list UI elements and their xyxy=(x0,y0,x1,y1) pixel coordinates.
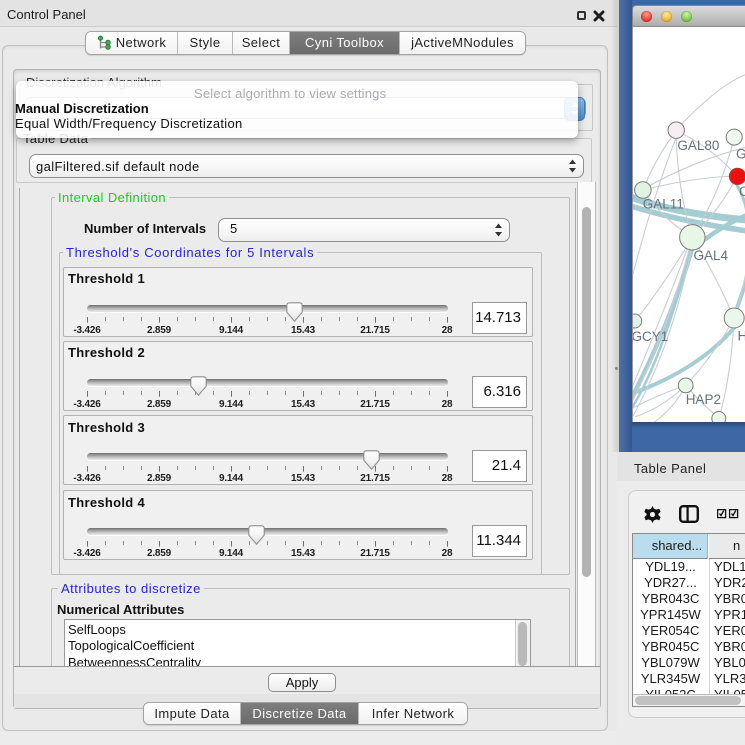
svg-text:GAL4: GAL4 xyxy=(694,248,729,263)
svg-text:GAL80: GAL80 xyxy=(677,138,719,153)
svg-text:GCY1: GCY1 xyxy=(633,329,668,344)
svg-text:G.: G. xyxy=(736,147,745,162)
svg-text:H: H xyxy=(738,329,745,344)
svg-text:GAL11: GAL11 xyxy=(643,197,684,212)
svg-text:HAP2: HAP2 xyxy=(686,392,721,407)
svg-text:C: C xyxy=(739,184,745,199)
